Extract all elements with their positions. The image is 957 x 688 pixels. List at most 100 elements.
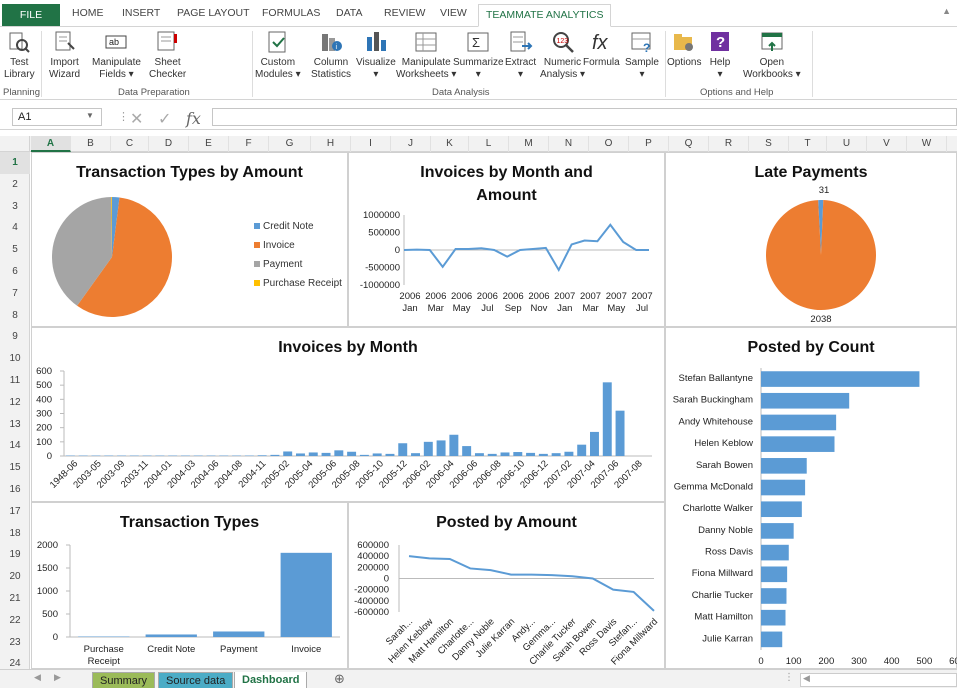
tab-formulas[interactable]: FORMULAS [262,7,320,19]
bar[interactable] [462,446,472,456]
sheet-tab-dashboard[interactable]: Dashboard [234,672,308,688]
tab-view[interactable]: VIEW [440,7,467,19]
chart-transaction-types-by-amount[interactable]: Transaction Types by Amount Credit Note I… [31,152,348,327]
bar[interactable] [761,479,806,496]
bar[interactable] [761,458,807,474]
line-series[interactable] [403,223,649,273]
select-all-corner[interactable] [0,136,30,152]
collapse-ribbon-icon[interactable]: ▲ [942,6,951,16]
bar[interactable] [602,382,612,456]
bar[interactable] [334,450,344,456]
import-wizard-button[interactable]: Import Wizard [49,29,80,81]
bar[interactable] [283,451,293,456]
add-sheet-icon[interactable]: ⊕ [334,671,345,687]
bar[interactable] [347,451,357,456]
bar[interactable] [513,452,523,456]
bar[interactable] [213,631,265,637]
extract-button[interactable]: Extract ▾ [505,29,536,81]
tab-insert[interactable]: INSERT [122,7,160,19]
bar[interactable] [487,453,497,456]
tab-teammate-analytics[interactable]: TEAMMATE ANALYTICS [478,4,612,27]
scroll-left-icon[interactable]: ◀ [34,672,41,683]
row-header-10[interactable]: 10 [0,348,30,370]
bar[interactable] [577,444,587,456]
chart-invoices-by-month-and-amount[interactable]: Invoices by Month and Amount 1000000 5000… [348,152,665,327]
tab-home[interactable]: HOME [72,7,104,19]
column-header-n[interactable]: N [549,136,589,152]
bar[interactable] [761,566,788,583]
numeric-analysis-button[interactable]: 123 Numeric Analysis ▾ [540,29,585,81]
column-header-m[interactable]: M [509,136,549,152]
bar[interactable] [436,440,446,456]
bar[interactable] [761,544,789,561]
chart-posted-by-count[interactable]: Posted by Count Stefan Ballantyne Sarah B… [665,327,957,669]
row-header-11[interactable]: 11 [0,370,30,392]
column-header-s[interactable]: S [749,136,789,152]
tab-review[interactable]: REVIEW [384,7,425,19]
bar[interactable] [145,634,197,637]
line-series[interactable] [408,555,655,612]
column-header-b[interactable]: B [71,136,111,152]
row-header-18[interactable]: 18 [0,523,30,545]
row-header-13[interactable]: 13 [0,414,30,436]
column-header-p[interactable]: P [629,136,669,152]
bar[interactable] [761,631,783,648]
column-header-g[interactable]: G [269,136,311,152]
sheet-checker-button[interactable]: Sheet Checker [149,29,186,81]
bar[interactable] [761,609,786,626]
formula-input[interactable] [212,108,957,126]
tab-data[interactable]: DATA [336,7,362,19]
bar[interactable] [526,452,536,456]
sheet-tab-summary[interactable]: Summary [92,672,156,688]
bar[interactable] [296,453,305,456]
row-header-3[interactable]: 3 [0,196,30,218]
row-header-21[interactable]: 21 [0,588,30,610]
tab-page-layout[interactable]: PAGE LAYOUT [177,7,250,19]
sample-button[interactable]: ? Sample ▾ [625,29,659,81]
column-header-o[interactable]: O [589,136,629,152]
column-header-v[interactable]: V [867,136,907,152]
column-header-d[interactable]: D [149,136,189,152]
bar[interactable] [761,392,850,409]
row-header-15[interactable]: 15 [0,457,30,479]
column-header-l[interactable]: L [469,136,509,152]
formula-button[interactable]: fx Formula [583,29,620,81]
options-button[interactable]: Options [667,29,701,81]
row-header-7[interactable]: 7 [0,283,30,305]
row-header-2[interactable]: 2 [0,174,30,196]
column-header-a[interactable]: A [31,136,71,152]
test-library-button[interactable]: Test Library [4,29,35,81]
manipulate-worksheets-button[interactable]: Manipulate Worksheets ▾ [396,29,456,81]
row-header-4[interactable]: 4 [0,217,30,239]
row-header-19[interactable]: 19 [0,544,30,566]
bar[interactable] [761,414,837,431]
horizontal-scrollbar[interactable]: ◀ [800,673,957,687]
bar[interactable] [761,501,802,518]
visualize-button[interactable]: Visualize ▾ [356,29,396,81]
row-header-9[interactable]: 9 [0,326,30,348]
custom-modules-button[interactable]: Custom Modules ▾ [255,29,301,81]
open-workbooks-button[interactable]: Open Workbooks ▾ [743,29,801,81]
bar[interactable] [257,455,267,456]
column-header-j[interactable]: J [391,136,431,152]
column-header-r[interactable]: R [709,136,749,152]
scroll-right-icon[interactable]: ▶ [54,672,61,683]
bar[interactable] [423,441,433,456]
row-header-12[interactable]: 12 [0,392,30,414]
chart-late-payments[interactable]: Late Payments 31 2038 [665,152,957,327]
bar[interactable] [449,434,459,456]
row-header-23[interactable]: 23 [0,632,30,654]
bar[interactable] [385,453,395,456]
bar[interactable] [538,453,548,456]
bar[interactable] [359,454,369,456]
column-header-q[interactable]: Q [669,136,709,152]
chart-transaction-types[interactable]: Transaction Types 0 500 1000 1500 2000 Purcha… [31,502,348,669]
help-button[interactable]: ? Help ▾ [707,29,733,81]
row-header-6[interactable]: 6 [0,261,30,283]
bar[interactable] [761,436,835,452]
tab-file[interactable]: FILE [2,4,60,26]
bar[interactable] [280,552,332,637]
chevron-down-icon[interactable]: ▼ [86,111,94,120]
column-header-k[interactable]: K [431,136,469,152]
row-header-16[interactable]: 16 [0,479,30,501]
